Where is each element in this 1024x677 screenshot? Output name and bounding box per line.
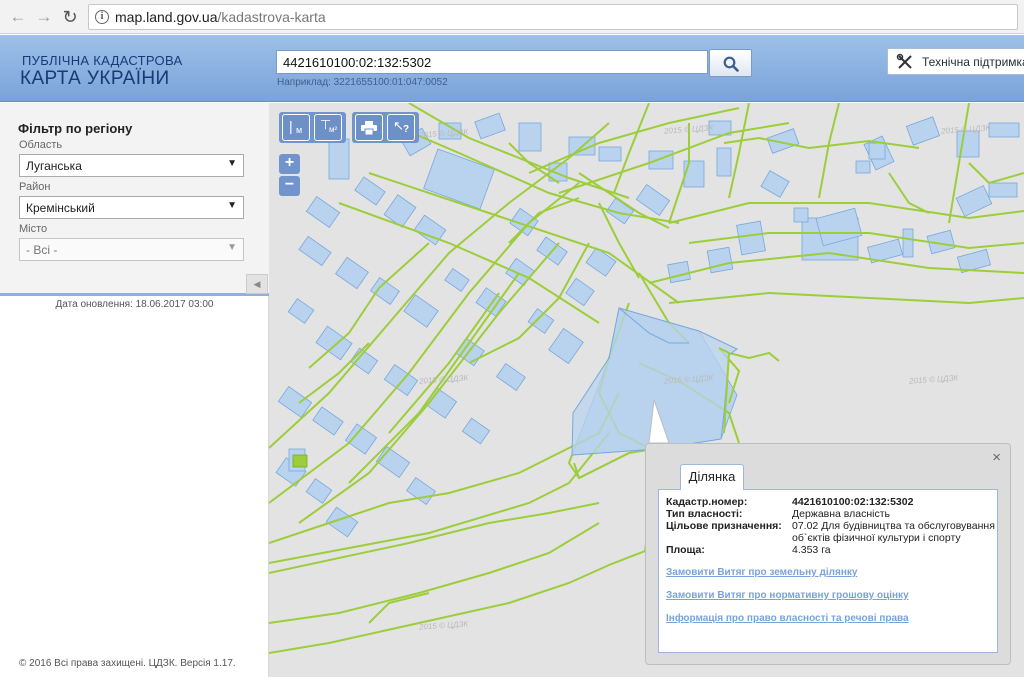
- tab-parcel[interactable]: Ділянка: [680, 464, 744, 490]
- district-label: Район: [19, 181, 51, 193]
- close-icon[interactable]: ×: [992, 449, 1001, 466]
- site-info-icon[interactable]: i: [95, 10, 109, 24]
- search-button[interactable]: [709, 49, 752, 77]
- site-header: ПУБЛІЧНА КАДАСТРОВА КАРТА УКРАЇНИ Наприк…: [0, 35, 1024, 102]
- filter-title: Фільтр по регіону: [18, 121, 133, 136]
- identify-button[interactable]: ↖ ?: [387, 114, 415, 141]
- print-icon: [361, 121, 377, 135]
- parcel-popup: × Ділянка Кадастр.номер: 4421610100:02:1…: [645, 443, 1011, 665]
- chevron-left-icon: ◀: [253, 279, 261, 289]
- designated-purpose: 07.02 Для будівництва та обслуговування …: [792, 520, 995, 544]
- measure-toolgroup: | м ⊤ м²: [279, 112, 346, 143]
- forward-icon[interactable]: →: [34, 7, 54, 27]
- measure-area-button[interactable]: ⊤ м²: [314, 114, 342, 141]
- url-text: map.land.gov.ua/kadastrova-karta: [115, 9, 326, 25]
- url-path: /kadastrova-karta: [217, 9, 326, 25]
- browser-toolbar: ← → ↻ i map.land.gov.ua/kadastrova-karta: [0, 0, 1024, 34]
- info-key: Цільове призначення:: [666, 520, 782, 532]
- support-button[interactable]: Технічна підтримка: [887, 48, 1024, 75]
- measure-length-button[interactable]: | м: [282, 114, 310, 141]
- cadastral-search-input[interactable]: [276, 50, 708, 74]
- print-toolgroup: ↖ ?: [352, 112, 419, 143]
- zoom-in-button[interactable]: +: [279, 154, 300, 174]
- back-icon[interactable]: ←: [8, 7, 28, 27]
- measure-length-unit: м: [296, 125, 303, 135]
- popup-body: Кадастр.номер: 4421610100:02:132:5302 Ти…: [658, 489, 998, 653]
- logo-line-1: ПУБЛІЧНА КАДАСТРОВА: [22, 53, 183, 68]
- order-valuation-link[interactable]: Замовити Витяг про нормативну грошову оц…: [666, 590, 909, 601]
- address-bar[interactable]: i map.land.gov.ua/kadastrova-karta: [88, 4, 1018, 30]
- district-value: Кремінський: [26, 201, 95, 215]
- info-key: Площа:: [666, 544, 705, 556]
- dropdown-arrow-icon: ▼: [227, 158, 237, 169]
- ownership-type: Державна власність: [792, 508, 891, 520]
- tools-icon: [896, 53, 912, 69]
- info-key: Кадастр.номер:: [666, 496, 748, 508]
- copyright: © 2016 Всі права захищені. ЦДЗК. Версія …: [19, 658, 236, 669]
- city-select[interactable]: - Всі - ▼: [19, 238, 244, 261]
- order-extract-link[interactable]: Замовити Витяг про земельну ділянку: [666, 567, 857, 578]
- collapse-sidebar-button[interactable]: ◀: [246, 274, 268, 294]
- measure-area-unit: м²: [329, 125, 338, 134]
- dropdown-arrow-icon: ▼: [227, 200, 237, 211]
- cadastral-number: 4421610100:02:132:5302: [792, 496, 914, 508]
- search-icon: [723, 56, 739, 72]
- city-label: Місто: [19, 223, 48, 235]
- search-example: Наприклад: 3221655100:01:047:0052: [277, 77, 448, 88]
- identify-label: ?: [403, 124, 410, 135]
- city-value: - Всі -: [26, 243, 58, 257]
- region-filter: Фільтр по регіону Область Луганська ▼ Ра…: [0, 103, 269, 296]
- region-value: Луганська: [26, 159, 82, 173]
- info-key: Тип власності:: [666, 508, 743, 520]
- area-value: 4.353 га: [792, 544, 831, 556]
- sidebar: Фільтр по регіону Область Луганська ▼ Ра…: [0, 103, 269, 677]
- ownership-info-link[interactable]: Інформація про право власності та речові…: [666, 613, 909, 624]
- region-select[interactable]: Луганська ▼: [19, 154, 244, 177]
- region-label: Область: [19, 139, 63, 151]
- zoom-out-button[interactable]: −: [279, 176, 300, 196]
- reload-icon[interactable]: ↻: [60, 7, 80, 27]
- support-label: Технічна підтримка: [922, 55, 1024, 69]
- district-select[interactable]: Кремінський ▼: [19, 196, 244, 219]
- logo-line-2: КАРТА УКРАЇНИ: [20, 68, 170, 89]
- dropdown-arrow-icon: ▼: [227, 242, 237, 253]
- update-date: Дата оновлення: 18.06.2017 03:00: [55, 299, 214, 310]
- print-button[interactable]: [355, 114, 383, 141]
- ruler-icon: |: [289, 118, 293, 134]
- url-host: map.land.gov.ua: [115, 9, 218, 25]
